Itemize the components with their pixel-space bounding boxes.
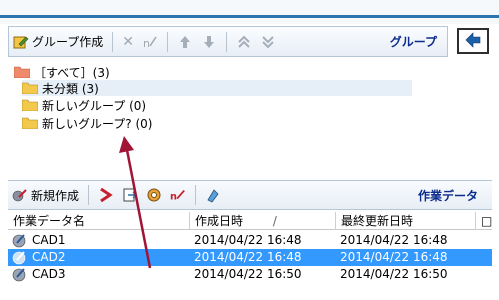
table-row[interactable]: CAD3 2014/04/22 16:50 2014/04/22 16:50 xyxy=(8,266,492,283)
arrow-left-icon xyxy=(464,31,482,51)
edit-pencil-icon xyxy=(13,34,29,50)
cell-created: 2014/04/22 16:50 xyxy=(194,267,302,281)
double-chevron-up-icon xyxy=(236,34,252,50)
import-button[interactable] xyxy=(118,183,142,207)
cell-updated: 2014/04/22 16:50 xyxy=(340,267,448,281)
arrow-up-icon xyxy=(177,34,193,50)
rename-red-icon: n xyxy=(170,187,186,203)
delete-icon: ✕ xyxy=(122,33,135,50)
table-row[interactable]: CAD1 2014/04/22 16:48 2014/04/22 16:48 xyxy=(8,232,492,249)
svg-text:n: n xyxy=(143,37,150,50)
cad-file-icon xyxy=(12,250,27,265)
toolbar-separator xyxy=(88,185,90,205)
top-accent-line xyxy=(0,15,499,18)
new-work-data-button[interactable]: 新規作成 xyxy=(8,183,83,207)
move-down-button[interactable] xyxy=(197,30,221,54)
toolbar-separator xyxy=(195,185,197,205)
group-tree: ［すべて］(3) 未分類 (3) 新しいグループ (0) 新しいグループ? (0… xyxy=(8,60,492,178)
rename-work-button[interactable]: n xyxy=(166,183,190,207)
window-top-strip xyxy=(0,0,499,24)
paint-icon xyxy=(205,187,221,203)
paint-button[interactable] xyxy=(201,183,225,207)
tree-item-label: ［すべて］(3) xyxy=(34,65,110,80)
arrow-down-icon xyxy=(201,34,217,50)
folder-icon xyxy=(13,66,31,79)
settings-button[interactable] xyxy=(142,183,166,207)
new-work-data-label: 新規作成 xyxy=(31,188,80,203)
red-arrow-icon xyxy=(98,187,114,203)
tree-item-label: 新しいグループ (0) xyxy=(42,98,147,113)
folder-icon xyxy=(21,99,39,112)
svg-text:n: n xyxy=(170,191,177,202)
toolbar-separator xyxy=(226,31,228,52)
cell-updated: 2014/04/22 16:48 xyxy=(340,233,448,247)
tree-item-all[interactable]: ［すべて］(3) xyxy=(13,64,110,80)
move-top-button[interactable] xyxy=(232,30,256,54)
group-panel-title: グループ xyxy=(389,35,437,49)
cell-created: 2014/04/22 16:48 xyxy=(194,233,302,247)
double-chevron-down-icon xyxy=(260,34,276,50)
col-header-more[interactable]: □ xyxy=(476,212,492,230)
scissors-button[interactable] xyxy=(94,183,118,207)
create-group-button[interactable]: グループ作成 xyxy=(9,30,107,54)
col-header-updated[interactable]: 最終更新日時 xyxy=(336,212,476,230)
folder-icon xyxy=(21,117,39,130)
back-button[interactable] xyxy=(457,28,489,54)
table-header: 作業データ名 作成日時 / 最終更新日時 □ xyxy=(8,212,492,230)
group-toolbar: グループ作成 ✕ n グループ xyxy=(8,26,448,57)
cad-file-icon xyxy=(12,267,27,282)
sort-indicator-icon: / xyxy=(272,214,277,228)
cad-file-icon xyxy=(12,233,27,248)
tree-item-new-group-2[interactable]: 新しいグループ? (0) xyxy=(21,115,153,131)
work-data-table: 作業データ名 作成日時 / 最終更新日時 □ CAD1 2014/04/22 1… xyxy=(8,212,492,300)
tree-item-label: 新しいグループ? (0) xyxy=(42,116,153,131)
table-row[interactable]: CAD2 2014/04/22 16:48 2014/04/22 16:48 xyxy=(8,249,492,266)
work-data-toolbar: 新規作成 n 作業データ xyxy=(8,180,492,210)
create-group-label: グループ作成 xyxy=(32,35,104,49)
work-panel-title: 作業データ xyxy=(417,188,478,203)
rename-group-button[interactable]: n xyxy=(138,30,162,54)
cell-name: CAD2 xyxy=(32,250,66,264)
tree-item-label: 未分類 (3) xyxy=(42,81,99,96)
group-toolbar-area: グループ作成 ✕ n グループ xyxy=(8,26,492,58)
cell-name: CAD3 xyxy=(32,267,66,281)
cell-name: CAD1 xyxy=(32,233,66,247)
col-header-created-label: 作成日時 xyxy=(195,214,244,228)
tree-item-new-group-1[interactable]: 新しいグループ (0) xyxy=(21,97,147,113)
toolbar-separator xyxy=(167,31,169,52)
folder-icon xyxy=(21,82,39,95)
cell-created: 2014/04/22 16:48 xyxy=(194,250,302,264)
move-up-button[interactable] xyxy=(173,30,197,54)
tree-item-uncategorized[interactable]: 未分類 (3) xyxy=(21,80,412,96)
gear-icon xyxy=(146,187,162,203)
import-icon xyxy=(122,187,138,203)
cell-updated: 2014/04/22 16:48 xyxy=(340,250,448,264)
rename-icon: n xyxy=(142,34,158,50)
toolbar-separator xyxy=(112,31,114,52)
new-data-icon xyxy=(12,187,28,203)
col-header-name[interactable]: 作業データ名 xyxy=(8,212,190,230)
col-header-created[interactable]: 作成日時 / xyxy=(190,212,336,230)
delete-group-button[interactable]: ✕ xyxy=(118,30,138,54)
move-bottom-button[interactable] xyxy=(256,30,280,54)
